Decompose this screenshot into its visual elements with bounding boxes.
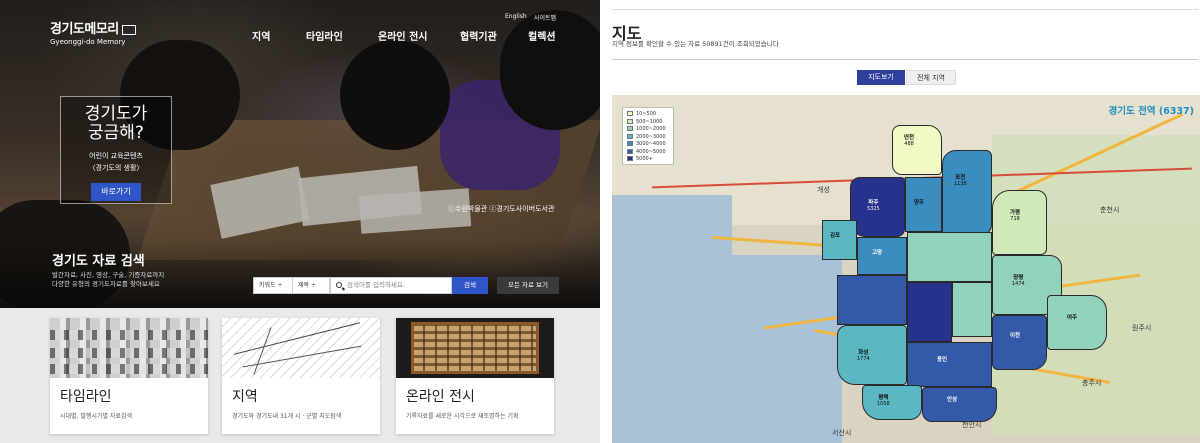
region-label: 김포 — [830, 233, 841, 239]
nav-online-exhibition[interactable]: 온라인 전시 — [378, 28, 427, 43]
search-description-line2: 다양한 유형의 경기도자료를 찾아보세요 — [52, 280, 160, 288]
search-section-title: 경기도 자료 검색 — [52, 254, 145, 269]
city-label: 춘천시 — [1100, 206, 1120, 214]
divider — [612, 59, 1198, 60]
region-hwaseong[interactable] — [837, 325, 907, 385]
page-subtitle: 지역 정보를 확인할 수 있는 자료 50891건이 조회되었습니다 — [612, 40, 779, 48]
homepage-panel: 경기도메모리 Gyeonggi-do Memory English 사이트맵 지… — [0, 0, 600, 443]
nav-partners[interactable]: 협력기관 — [460, 28, 497, 43]
search-keyword-select[interactable]: 키워드 ÷ — [253, 277, 293, 294]
map-total-label: 경기도 전역 (6337) — [1108, 106, 1194, 117]
map-page-panel: 지도 지역 정보를 확인할 수 있는 자료 50891건이 조회되었습니다 지도… — [600, 0, 1200, 443]
logo-subtext: Gyeonggi-do Memory — [50, 38, 126, 46]
legend-item: 500~1000 — [627, 118, 669, 127]
screenshot: 경기도메모리 Gyeonggi-do Memory English 사이트맵 지… — [0, 0, 1200, 443]
legend-item: 3000~4000 — [627, 141, 669, 149]
map-legend: 10~500 500~1000 1000~2000 2000~3000 3000… — [622, 107, 674, 165]
card-description: 경기도와 경기도내 31개 시 · 군별 지도탐색 — [232, 413, 342, 420]
promo-subtitle-line1: 어린이 교육콘텐츠 — [89, 152, 143, 160]
region-gwangju[interactable] — [952, 282, 992, 337]
city-label: 서산시 — [832, 429, 852, 437]
site-logo[interactable]: 경기도메모리 Gyeonggi-do Memory — [50, 18, 136, 46]
region-label: 양평 1474 — [1012, 275, 1025, 287]
card-exhibition-image — [396, 318, 554, 378]
tab-map-view[interactable]: 지도보기 — [857, 70, 905, 85]
region-namyangju[interactable] — [907, 232, 992, 282]
legend-item: 2000~3000 — [627, 133, 669, 142]
region-label: 안성 — [947, 397, 958, 403]
region-label: 고양 — [872, 250, 883, 256]
region-pocheon[interactable] — [942, 150, 992, 235]
search-button[interactable]: 검색 — [452, 277, 488, 294]
promo-title-line2: 궁금해? — [88, 123, 144, 143]
region-yeoju[interactable] — [1047, 295, 1107, 350]
promo-go-button[interactable]: 바로가기 — [91, 183, 141, 201]
card-region[interactable]: 지역 경기도와 경기도내 31개 시 · 군별 지도탐색 — [222, 318, 380, 434]
region-label: 이천 — [1010, 333, 1021, 339]
card-description: 기록자료를 새로운 시각으로 재조명하는 기획 — [406, 413, 519, 420]
search-icon — [336, 282, 342, 288]
card-title: 지역 — [232, 389, 258, 405]
search-field-select[interactable]: 제목 ÷ — [292, 277, 330, 294]
search-input[interactable]: 검색어를 입력하세요. — [330, 277, 452, 294]
region-pyeongtaek[interactable] — [862, 385, 922, 420]
region-bucheon-siheung[interactable] — [837, 275, 907, 325]
promo-box: 경기도가 궁금해? 어린이 교육콘텐츠 〈경기도의 생활〉 바로가기 — [60, 96, 172, 204]
card-description: 시대별, 발행시기별 자료검색 — [60, 413, 132, 420]
util-link-sitemap[interactable]: 사이트맵 — [534, 13, 556, 22]
legend-item: 5000+ — [627, 156, 669, 164]
region-yeoncheon[interactable] — [892, 125, 942, 175]
region-label: 연천 488 — [904, 135, 915, 147]
city-label: 원주시 — [1132, 324, 1152, 332]
region-gapyeong[interactable] — [992, 190, 1047, 255]
tab-all-regions[interactable]: 전체 지역 — [906, 70, 956, 85]
divider — [612, 9, 1198, 10]
region-label: 평택 1058 — [877, 395, 890, 407]
search-placeholder: 검색어를 입력하세요. — [347, 281, 405, 289]
view-all-button[interactable]: 모든 자료 보기 — [497, 277, 559, 294]
promo-title-line1: 경기도가 — [84, 104, 148, 124]
legend-item: 4000~5000 — [627, 148, 669, 157]
region-goyang[interactable] — [857, 237, 907, 275]
region-label: 포천 1138 — [954, 175, 967, 187]
legend-item: 1000~2000 — [627, 126, 669, 134]
nav-collection[interactable]: 컬렉션 — [528, 28, 556, 43]
card-region-image — [222, 318, 380, 378]
card-online-exhibition[interactable]: 온라인 전시 기록자료를 새로운 시각으로 재조명하는 기획 — [396, 318, 554, 434]
region-label: 양주 — [914, 200, 925, 206]
city-label: 충주시 — [1082, 379, 1102, 387]
card-timeline-image — [50, 318, 208, 378]
nav-region[interactable]: 지역 — [252, 28, 270, 43]
gyeonggi-choropleth-map[interactable]: 10~500 500~1000 1000~2000 2000~3000 3000… — [612, 95, 1200, 443]
region-label: 화성 1774 — [857, 350, 870, 362]
card-timeline[interactable]: 타임라인 시대별, 발행시기별 자료검색 — [50, 318, 208, 434]
region-icheon[interactable] — [992, 315, 1047, 370]
util-link-english[interactable]: English — [505, 13, 527, 20]
legend-item: 10~500 — [627, 111, 669, 119]
card-title: 온라인 전시 — [406, 389, 475, 405]
region-label: 여주 — [1067, 315, 1078, 321]
promo-subtitle-line2: 〈경기도의 생활〉 — [88, 164, 144, 172]
nav-timeline[interactable]: 타임라인 — [306, 28, 343, 43]
photo-credit: ⓒ수원박물관 ⓒ경기도사이버도서관 — [448, 205, 555, 213]
region-anseong[interactable] — [922, 387, 997, 422]
region-gimpo[interactable] — [822, 220, 857, 260]
region-label: 용인 — [937, 357, 948, 363]
logo-mark-icon — [121, 24, 136, 35]
region-label: 파주 5325 — [867, 200, 880, 212]
region-label: 가평 718 — [1010, 210, 1021, 222]
region-yongin[interactable] — [907, 342, 992, 387]
city-label: 개성 — [817, 186, 830, 194]
city-label: 천안시 — [962, 421, 982, 429]
region-seongnam[interactable] — [907, 282, 952, 342]
logo-text: 경기도메모리 — [50, 22, 119, 37]
card-title: 타임라인 — [60, 389, 112, 405]
